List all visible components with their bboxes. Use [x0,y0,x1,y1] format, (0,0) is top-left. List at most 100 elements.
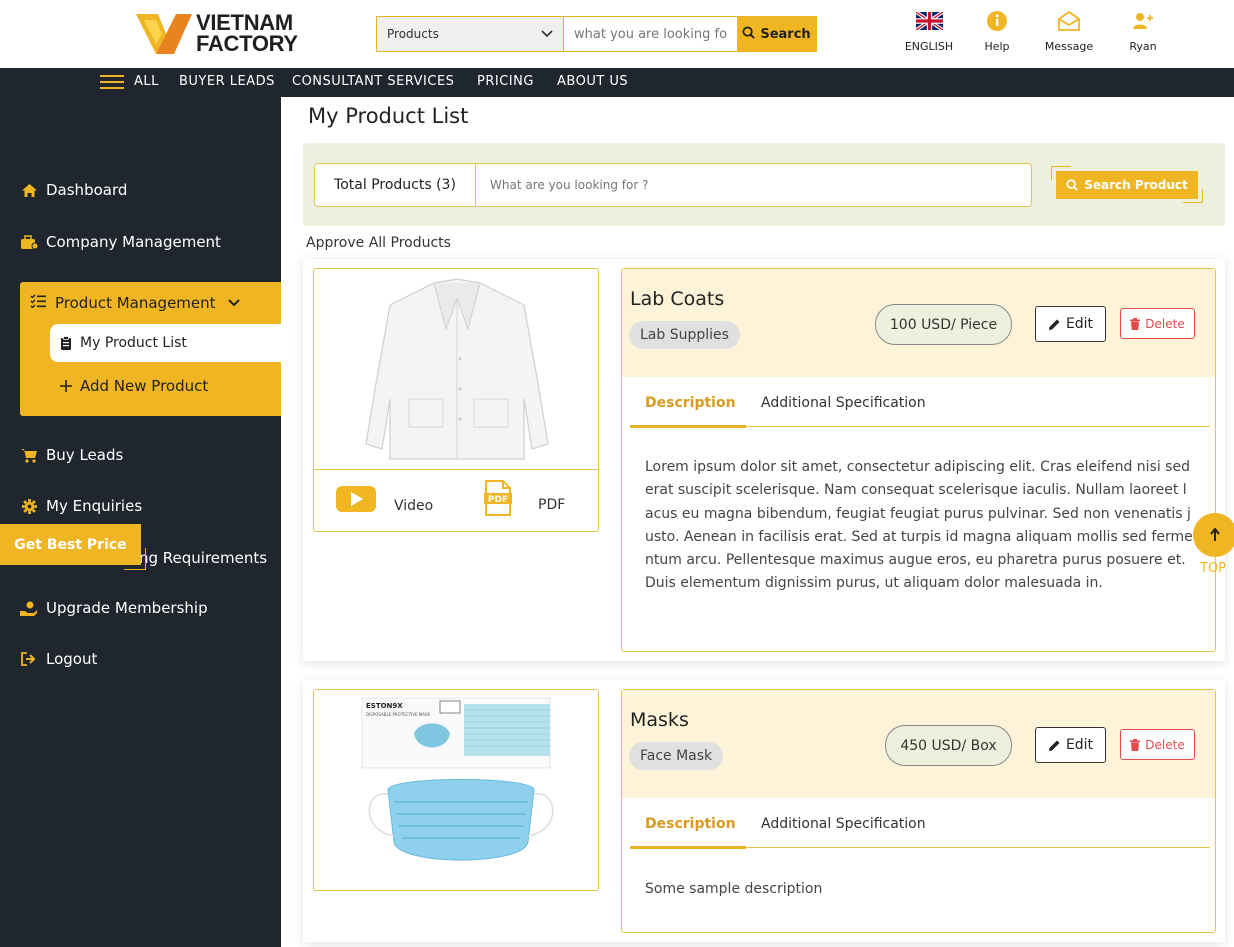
sidebar-item-buy-leads[interactable]: Buy Leads [20,446,123,464]
pdf-link[interactable]: PDF PDF [484,480,566,516]
video-link[interactable]: Video [336,484,433,514]
sidebar-item-label: Buy Leads [46,446,124,464]
product-search-input[interactable] [476,164,1031,206]
cart-icon [20,448,38,463]
pencil-icon [1048,318,1061,331]
plus-icon [60,380,72,392]
search-button-label: Search [760,26,811,42]
search-product-button[interactable]: Search Product [1056,171,1198,199]
product-category-badge: Lab Supplies [629,321,740,349]
sidebar-item-label: Dashboard [46,181,128,199]
edit-product-button[interactable]: Edit [1035,727,1106,763]
sidebar-group-product-management: Product Management My Product List Add N… [20,282,281,416]
nav-item-all[interactable]: ALL [134,74,159,89]
arrow-up-icon [1209,528,1221,542]
logo-line-1: VIETNAM [196,10,293,35]
svg-text:DISPOSABLE PROTECTIVE MASK: DISPOSABLE PROTECTIVE MASK [366,712,430,717]
header-actions: ENGLISH Help Message Ryan [896,8,1180,58]
sidebar-item-label: Logout [46,650,98,668]
message-link[interactable]: Message [1032,8,1106,58]
tab-additional-specification[interactable]: Additional Specification [761,395,926,411]
product-description: Some sample description [645,881,823,897]
total-products-label: Total Products (3) [315,164,476,206]
top-navigation: ALL BUYER LEADS CONSULTANT SERVICES PRIC… [0,68,1234,97]
nav-item-consultant-services[interactable]: CONSULTANT SERVICES [292,74,454,89]
scroll-to-top-label: TOP [1200,561,1227,576]
product-management-toggle[interactable]: Product Management [30,294,240,312]
chevron-down-icon [227,299,240,307]
clipboard-icon [60,335,72,351]
nav-item-buyer-leads[interactable]: BUYER LEADS [179,74,275,89]
approve-all-products-link[interactable]: Approve All Products [306,235,451,251]
hand-coin-icon [20,601,38,616]
delete-label: Delete [1145,316,1185,331]
logo-mark-icon [136,14,192,54]
header-search-input[interactable] [564,17,737,51]
delete-product-button[interactable]: Delete [1120,729,1195,760]
pencil-icon [1048,739,1061,752]
user-menu[interactable]: Ryan [1106,8,1180,58]
page-title: My Product List [308,104,469,128]
search-product-label: Search Product [1084,178,1188,192]
product-info-box: Masks Face Mask 450 USD/ Box Edit Delete… [621,689,1216,933]
sidebar-subitem-add-new-product[interactable]: Add New Product [60,377,208,395]
sidebar-item-my-enquiries[interactable]: My Enquiries [20,497,142,515]
help-label: Help [984,40,1010,53]
hamburger-icon[interactable] [100,72,124,92]
edit-product-button[interactable]: Edit [1035,306,1106,342]
sidebar-item-upgrade-membership[interactable]: Upgrade Membership [20,599,208,617]
product-info-header: Masks Face Mask 450 USD/ Box Edit Delete [622,690,1215,798]
product-tabs: Description Additional Specification [630,377,1210,428]
product-image-box: ESTON9X DISPOSABLE PROTECTIVE MASK [313,689,599,891]
svg-text:PDF: PDF [488,495,508,505]
active-tab-indicator [630,425,746,428]
scroll-to-top-button[interactable] [1193,513,1234,557]
product-info-header: Lab Coats Lab Supplies 100 USD/ Piece Ed… [622,269,1215,377]
language-label: ENGLISH [904,40,954,53]
product-category-badge: Face Mask [629,742,724,770]
product-management-label: Product Management [55,294,216,312]
product-price: 100 USD/ Piece [875,304,1012,345]
tab-description[interactable]: Description [645,395,736,411]
sidebar-subitem-my-product-list[interactable]: My Product List [50,324,281,362]
get-best-price-label: Get Best Price [14,536,127,553]
get-best-price-button[interactable]: Get Best Price [0,524,141,565]
nav-item-pricing[interactable]: PRICING [477,74,534,89]
youtube-icon [336,486,376,512]
header-search: Products Search [376,16,817,52]
product-filter-panel: Total Products (3) Search Product [303,143,1225,226]
search-category-value: Products [387,27,439,41]
language-selector[interactable]: ENGLISH [896,8,962,58]
header-search-button[interactable]: Search [737,17,816,51]
search-category-select[interactable]: Products [377,17,564,51]
sidebar-item-company-management[interactable]: Company Management [20,233,221,251]
sidebar-item-dashboard[interactable]: Dashboard [20,181,127,199]
active-tab-indicator [630,846,746,849]
product-name: Lab Coats [630,288,725,310]
search-icon [1066,179,1078,191]
tab-description[interactable]: Description [645,816,736,832]
sidebar-item-label: Upgrade Membership [46,599,208,617]
gear-icon [20,498,38,514]
nav-item-about-us[interactable]: ABOUT US [557,74,628,89]
info-icon [987,11,1007,31]
svg-text:ESTON9X: ESTON9X [366,702,403,710]
product-image-box: Video PDF PDF [313,268,599,532]
logout-icon [20,652,38,666]
site-logo[interactable]: VIETNAM FACTORY [136,10,306,58]
edit-label: Edit [1065,737,1094,753]
checklist-icon [30,294,47,312]
tab-additional-specification[interactable]: Additional Specification [761,816,926,832]
video-label: Video [394,498,434,514]
product-price: 450 USD/ Box [885,725,1012,766]
sidebar-item-logout[interactable]: Logout [20,650,97,668]
edit-label: Edit [1065,316,1094,332]
help-link[interactable]: Help [962,8,1032,58]
delete-label: Delete [1145,737,1185,752]
lab-coat-image [365,278,549,460]
briefcase-icon [20,234,38,250]
logo-text: VIETNAM FACTORY [196,10,298,55]
sidebar-item-label: My Enquiries [46,497,143,515]
delete-product-button[interactable]: Delete [1120,308,1195,339]
pdf-label: PDF [538,497,566,513]
